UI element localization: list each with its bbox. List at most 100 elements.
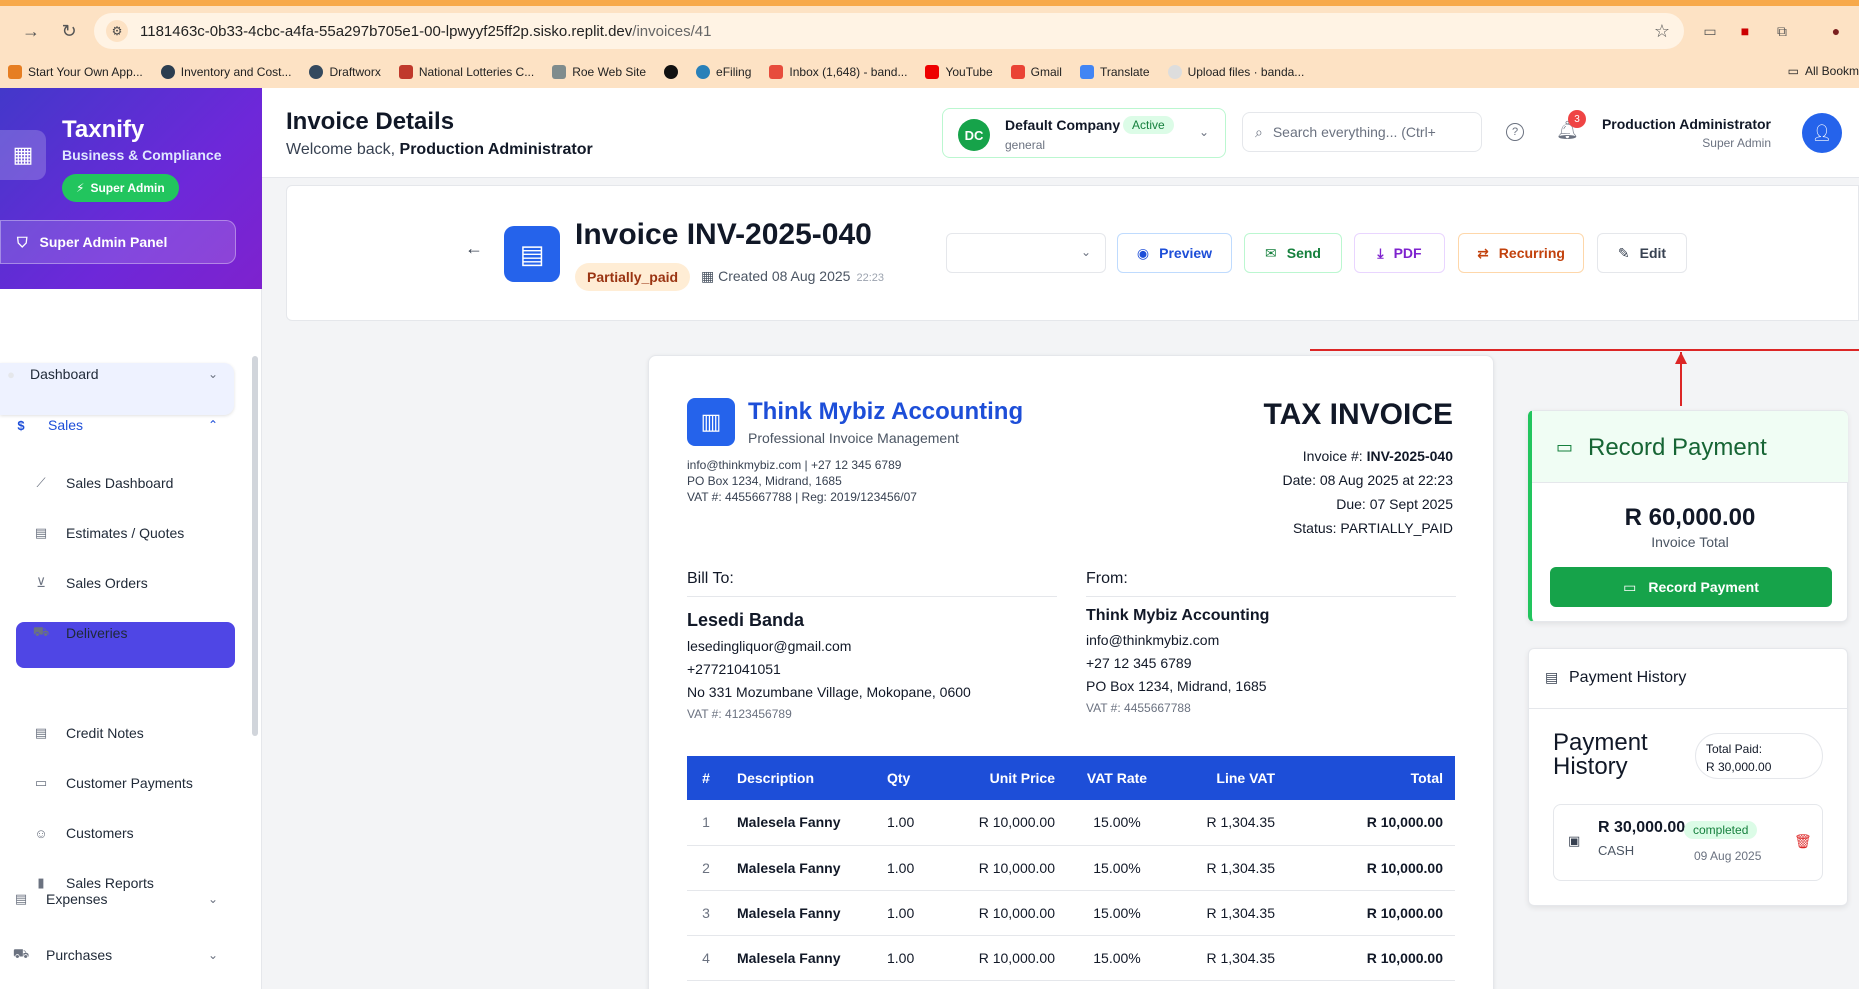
- cast-icon[interactable]: ▭: [1700, 21, 1720, 41]
- company-name: Default Company: [1005, 117, 1121, 133]
- shield-icon: ⛉: [17, 233, 28, 250]
- preview-button[interactable]: ◉ Preview: [1117, 233, 1232, 273]
- bookmark-item[interactable]: Gmail: [1010, 65, 1062, 79]
- site-info-icon[interactable]: ⚙: [106, 20, 128, 42]
- recurring-button[interactable]: ⇄ Recurring: [1458, 233, 1584, 273]
- table-cell: R 1,304.35: [1167, 800, 1287, 846]
- user-info[interactable]: Production Administrator Super Admin: [1602, 116, 1771, 150]
- table-cell: 15.00%: [1067, 890, 1167, 936]
- bookmark-item[interactable]: Inbox (1,648) - band...: [769, 65, 907, 79]
- document-icon: ▤: [34, 725, 48, 740]
- sidebar-item-credit-notes[interactable]: ▤ Credit Notes: [32, 724, 144, 742]
- table-cell: R 1,304.35: [1167, 890, 1287, 936]
- record-payment-button[interactable]: ▭ Record Payment: [1550, 567, 1832, 607]
- trash-icon[interactable]: 🗑︎: [1794, 833, 1812, 850]
- payment-amount: R 30,000.00: [1598, 819, 1686, 836]
- table-cell: R 10,000.00: [1287, 800, 1455, 846]
- sidebar-item-sales-orders[interactable]: ⊻ Sales Orders: [32, 574, 147, 592]
- download-icon: ⤓: [1377, 244, 1384, 261]
- truck-icon: ⛟: [12, 946, 30, 961]
- bookmark-item[interactable]: National Lotteries C...: [398, 65, 534, 79]
- forward-icon[interactable]: →: [18, 18, 44, 44]
- supplier-name: Think Mybiz Accounting: [1086, 607, 1270, 624]
- sidebar-item-purchases[interactable]: ⛟ Purchases ⌄: [12, 946, 218, 964]
- bookmark-item[interactable]: YouTube: [925, 65, 993, 79]
- status-select[interactable]: ⌄: [946, 233, 1106, 273]
- bookmark-item[interactable]: Inventory and Cost...: [160, 65, 291, 79]
- bookmark-item[interactable]: Draftworx: [309, 65, 381, 79]
- invoice-action-bar: ← ▤ Invoice INV-2025-040 Partially_paid …: [286, 185, 1859, 321]
- table-cell: 1: [687, 800, 725, 846]
- table-cell: Malesela Fanny: [725, 800, 875, 846]
- sidebar-item-sales[interactable]: $ Sales ⌃: [12, 416, 218, 434]
- bookmark-item[interactable]: [664, 65, 679, 79]
- table-cell: Malesela Fanny: [725, 845, 875, 891]
- customer-name: Lesedi Banda: [687, 610, 805, 630]
- app-subtitle: Business & Compliance: [62, 147, 222, 163]
- sidebar-item-customers[interactable]: ☺ Customers: [32, 824, 133, 842]
- profile-avatar-icon[interactable]: ●: [1826, 21, 1846, 41]
- bill-to-section: Bill To: Lesedi Banda lesedingliquor@gma…: [687, 570, 1057, 721]
- search-input[interactable]: ⌕ Search everything... (Ctrl+: [1242, 112, 1482, 152]
- bookmark-item[interactable]: Translate: [1079, 65, 1150, 79]
- record-payment-card: ▭ Record Payment R 60,000.00 Invoice Tot…: [1528, 410, 1848, 622]
- table-cell: 1.00: [875, 800, 947, 846]
- back-arrow-icon[interactable]: ←: [465, 238, 483, 259]
- bookmark-star-icon[interactable]: ☆: [1654, 21, 1670, 42]
- notification-bell-icon[interactable]: 🔔︎ 3: [1556, 110, 1586, 141]
- table-cell: R 10,000.00: [947, 890, 1067, 936]
- bookmark-item[interactable]: Start Your Own App...: [8, 65, 143, 79]
- top-header: Invoice Details Welcome back, Production…: [262, 88, 1859, 178]
- table-cell: 15.00%: [1067, 845, 1167, 891]
- table-header-row: # Description Qty Unit Price VAT Rate Li…: [687, 756, 1455, 800]
- pdf-extension-icon[interactable]: ■: [1735, 21, 1755, 41]
- table-cell: R 10,000.00: [947, 800, 1067, 846]
- sidebar-item-customer-payments[interactable]: ▭ Customer Payments: [32, 774, 193, 792]
- company-switcher[interactable]: DC Default Company Active general ⌄: [942, 108, 1226, 158]
- user-avatar[interactable]: 👤︎: [1802, 113, 1842, 153]
- table-cell: R 10,000.00: [1287, 935, 1455, 981]
- sidebar-scrollbar[interactable]: [252, 356, 258, 736]
- table-cell: R 10,000.00: [1287, 890, 1455, 936]
- bookmark-item[interactable]: Roe Web Site: [552, 65, 646, 79]
- sidebar-item-dashboard[interactable]: ● Dashboard ⌄: [6, 365, 218, 383]
- table-cell: R 10,000.00: [1287, 845, 1455, 891]
- sidebar-item-invoices[interactable]: ▥ Invoices ●: [32, 674, 228, 692]
- table-cell: R 1,304.35: [1167, 845, 1287, 891]
- payment-history-card: ▤ Payment History Payment History Total …: [1528, 648, 1848, 906]
- edit-button[interactable]: ✎ Edit: [1597, 233, 1687, 273]
- sidebar-item-sales-dashboard[interactable]: ⟋ Sales Dashboard: [32, 474, 173, 492]
- address-bar[interactable]: ⚙ 1181463c-0b33-4cbc-a4fa-55a297b705e1-0…: [94, 13, 1684, 49]
- send-button[interactable]: ✉ Send: [1244, 233, 1342, 273]
- receipt-icon: ▥: [34, 675, 48, 690]
- payment-history-header: ▤ Payment History: [1529, 649, 1847, 709]
- chart-line-icon: ⟋: [36, 475, 46, 490]
- company-subtitle: general: [1005, 138, 1046, 152]
- document-title: TAX INVOICE: [1263, 398, 1453, 431]
- users-icon: ☺: [34, 825, 48, 841]
- bookmark-item[interactable]: Upload files · banda...: [1167, 65, 1304, 79]
- all-bookmarks[interactable]: ▭ All Bookm: [1788, 64, 1859, 78]
- extensions-icon[interactable]: ⧉: [1772, 21, 1792, 41]
- issuer-tagline: Professional Invoice Management: [748, 430, 959, 446]
- bookmarks-bar: Start Your Own App... Inventory and Cost…: [0, 56, 1859, 88]
- table-row: 2 Malesela Fanny 1.00 R 10,000.00 15.00% R 1,…: [687, 845, 1455, 891]
- mail-icon: ✉: [1265, 244, 1277, 261]
- table-cell: R 1,304.35: [1167, 935, 1287, 981]
- reload-icon[interactable]: ↻: [56, 18, 82, 44]
- pdf-button[interactable]: ⤓ PDF: [1354, 233, 1445, 273]
- help-icon[interactable]: ?: [1506, 123, 1524, 141]
- pencil-icon: ✎: [1617, 244, 1630, 261]
- super-admin-panel-button[interactable]: ⛉ Super Admin Panel: [0, 220, 236, 264]
- record-payment-header: ▭ Record Payment: [1532, 411, 1848, 483]
- payment-status-badge: completed: [1684, 821, 1758, 839]
- sidebar-item-expenses[interactable]: ▤ Expenses ⌄: [12, 890, 218, 908]
- credit-card-icon: ▭: [1623, 578, 1637, 595]
- bookmark-item[interactable]: eFiling: [696, 65, 751, 79]
- sidebar-item-estimates[interactable]: ▤ Estimates / Quotes: [32, 524, 184, 542]
- table-row: 1 Malesela Fanny 1.00 R 10,000.00 15.00% R 1,…: [687, 800, 1455, 846]
- sidebar-item-deliveries[interactable]: ⛟ Deliveries: [32, 624, 128, 642]
- chevron-down-icon: ⌄: [207, 367, 218, 381]
- user-role: Super Admin: [1702, 136, 1771, 150]
- chevron-down-icon: ⌄: [1080, 245, 1091, 259]
